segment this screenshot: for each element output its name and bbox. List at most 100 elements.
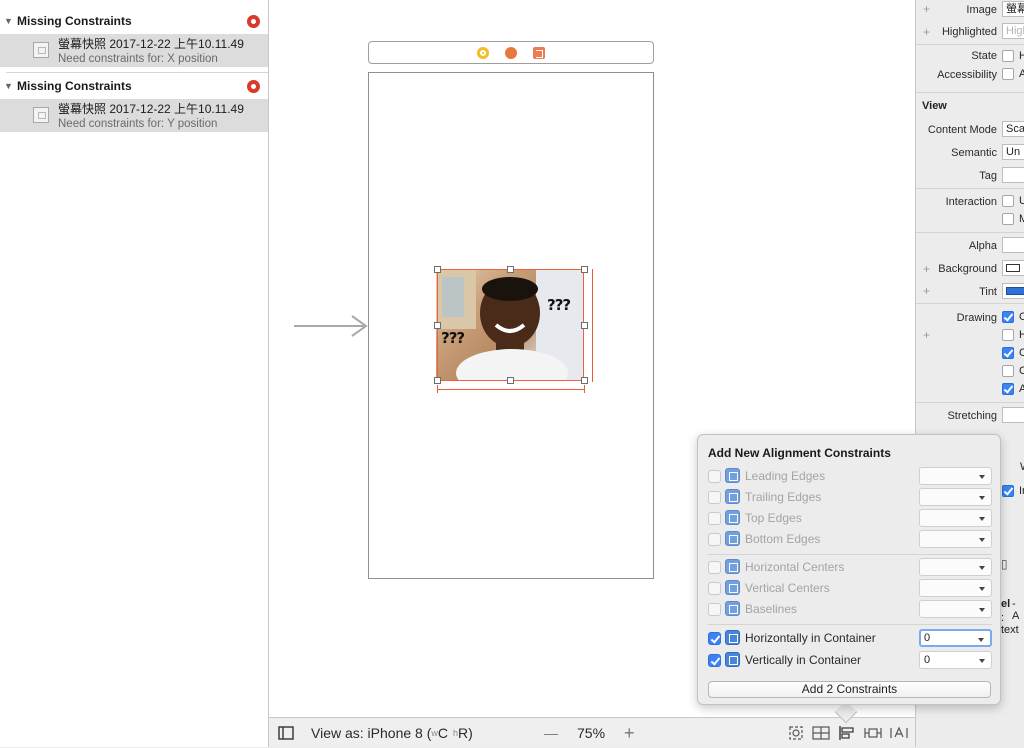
add-constraints-button[interactable]: Add 2 Constraints (708, 681, 991, 698)
horizontally-in-container-checkbox[interactable] (708, 632, 721, 645)
constant-select[interactable] (919, 488, 992, 506)
issue-item-title: 螢幕快照 2017-12-22 上午10.11.49 (58, 102, 244, 116)
resize-handle[interactable] (507, 266, 514, 273)
first-responder-icon[interactable] (505, 46, 517, 59)
leading-edges-icon (725, 468, 740, 483)
zoom-in-label: + (624, 722, 635, 743)
document-outline-toggle[interactable] (278, 718, 294, 748)
add-variation-icon[interactable]: + (923, 328, 930, 342)
installed-checkbox[interactable] (1002, 485, 1014, 497)
drawing-label: Drawing (956, 312, 997, 324)
hidden-checkbox[interactable] (1002, 329, 1014, 341)
constant-select[interactable] (919, 579, 992, 597)
stretching-label: Stretching (947, 410, 997, 422)
issue-item[interactable]: 螢幕快照 2017-12-22 上午10.11.49 Need constrai… (0, 34, 268, 67)
issue-group-header[interactable]: ▼ Missing Constraints (0, 8, 268, 34)
canvas-bottom-bar: View as: iPhone 8 ( w C h R ) — 75% + (269, 717, 915, 747)
constraint-label: Trailing Edges (745, 490, 822, 504)
semantic-label: Semantic (951, 147, 997, 159)
opaque-checkbox[interactable] (1002, 311, 1014, 323)
resize-handle[interactable] (581, 266, 588, 273)
state-checkbox[interactable] (1002, 50, 1014, 62)
vertically-in-container-checkbox[interactable] (708, 654, 721, 667)
zoom-out-button[interactable]: — (544, 718, 558, 748)
resize-handle[interactable] (581, 322, 588, 329)
constraint-label: Horizontal Centers (745, 560, 845, 574)
stretching-field[interactable] (1002, 407, 1024, 423)
constant-select[interactable] (919, 600, 992, 618)
alpha-field[interactable] (1002, 237, 1024, 253)
interaction-label: Interaction (945, 196, 997, 208)
divider (916, 402, 1024, 403)
baselines-checkbox[interactable] (708, 603, 721, 616)
update-frames-button[interactable] (788, 718, 804, 748)
add-variation-icon[interactable]: + (923, 2, 930, 16)
disclosure-triangle-icon[interactable]: ▼ (4, 81, 17, 91)
drawing-option: C (1019, 347, 1024, 359)
disclosure-triangle-icon[interactable]: ▼ (4, 16, 17, 26)
semantic-select[interactable]: Un (1002, 144, 1024, 160)
resize-handle[interactable] (581, 377, 588, 384)
constraint-row-baselines: Baselines (698, 599, 1002, 620)
top-edges-checkbox[interactable] (708, 512, 721, 525)
entry-point-arrow-icon[interactable] (294, 314, 368, 338)
scene-dock (368, 41, 654, 64)
constant-select[interactable]: 0 (919, 629, 992, 647)
selection-frame (437, 269, 584, 381)
zoom-out-label: — (544, 725, 558, 741)
tint-color-well[interactable] (1002, 283, 1024, 299)
resize-handle[interactable] (507, 377, 514, 384)
bottom-edges-checkbox[interactable] (708, 533, 721, 546)
partial-label: el (1001, 598, 1011, 610)
issue-group-header[interactable]: ▼ Missing Constraints (0, 73, 268, 99)
leading-edges-checkbox[interactable] (708, 470, 721, 483)
add-variation-icon[interactable]: + (923, 262, 930, 276)
view-controller-icon[interactable] (477, 46, 489, 59)
add-variation-icon[interactable]: + (923, 25, 930, 39)
constant-select[interactable] (919, 558, 992, 576)
issue-item-detail: Need constraints for: X position (58, 53, 218, 65)
constraint-label: Leading Edges (745, 469, 826, 483)
resize-handle[interactable] (434, 266, 441, 273)
vertical-centers-checkbox[interactable] (708, 582, 721, 595)
resize-handle[interactable] (434, 377, 441, 384)
clip-to-bounds-checkbox[interactable] (1002, 365, 1014, 377)
update-frames-icon (789, 726, 803, 740)
issue-item[interactable]: 螢幕快照 2017-12-22 上午10.11.49 Need constrai… (0, 99, 268, 132)
view-as-device[interactable]: View as: iPhone 8 ( w C h R ) (311, 718, 473, 748)
state-option: H (1019, 50, 1024, 62)
user-interaction-checkbox[interactable] (1002, 195, 1014, 207)
image-field[interactable]: 螢幕 (1002, 1, 1024, 17)
zoom-in-button[interactable]: + (624, 718, 635, 748)
constant-select[interactable] (919, 530, 992, 548)
content-mode-label: Content Mode (927, 124, 997, 136)
add-variation-icon[interactable]: + (923, 284, 930, 298)
image-file-icon (33, 107, 49, 123)
constant-select[interactable] (919, 509, 992, 527)
trailing-edges-checkbox[interactable] (708, 491, 721, 504)
constant-select[interactable] (919, 467, 992, 485)
multiple-touch-checkbox[interactable] (1002, 213, 1014, 225)
embed-in-stack-button[interactable] (812, 718, 830, 748)
add-constraints-button[interactable] (864, 718, 882, 748)
accessibility-checkbox[interactable] (1002, 68, 1014, 80)
zoom-level[interactable]: 75% (577, 718, 605, 748)
autoresize-subviews-checkbox[interactable] (1002, 383, 1014, 395)
constraint-row-trailing-edges: Trailing Edges (698, 487, 1002, 508)
drawing-option: O (1019, 311, 1024, 323)
horizontal-centers-checkbox[interactable] (708, 561, 721, 574)
exit-icon[interactable] (533, 46, 545, 59)
highlighted-field[interactable]: High (1002, 23, 1024, 39)
clears-context-checkbox[interactable] (1002, 347, 1014, 359)
align-button[interactable] (838, 718, 856, 748)
content-mode-select[interactable]: Sca (1002, 121, 1024, 137)
constraint-row-horizontal-centers: Horizontal Centers (698, 557, 1002, 578)
resolve-issues-button[interactable] (890, 718, 908, 748)
constraint-indicator (437, 389, 585, 390)
background-color-well[interactable] (1002, 260, 1024, 276)
resize-handle[interactable] (434, 322, 441, 329)
popover-title: Add New Alignment Constraints (708, 446, 891, 460)
tag-field[interactable] (1002, 167, 1024, 183)
constant-select[interactable]: 0 (919, 651, 992, 669)
constraint-label: Top Edges (745, 511, 802, 525)
